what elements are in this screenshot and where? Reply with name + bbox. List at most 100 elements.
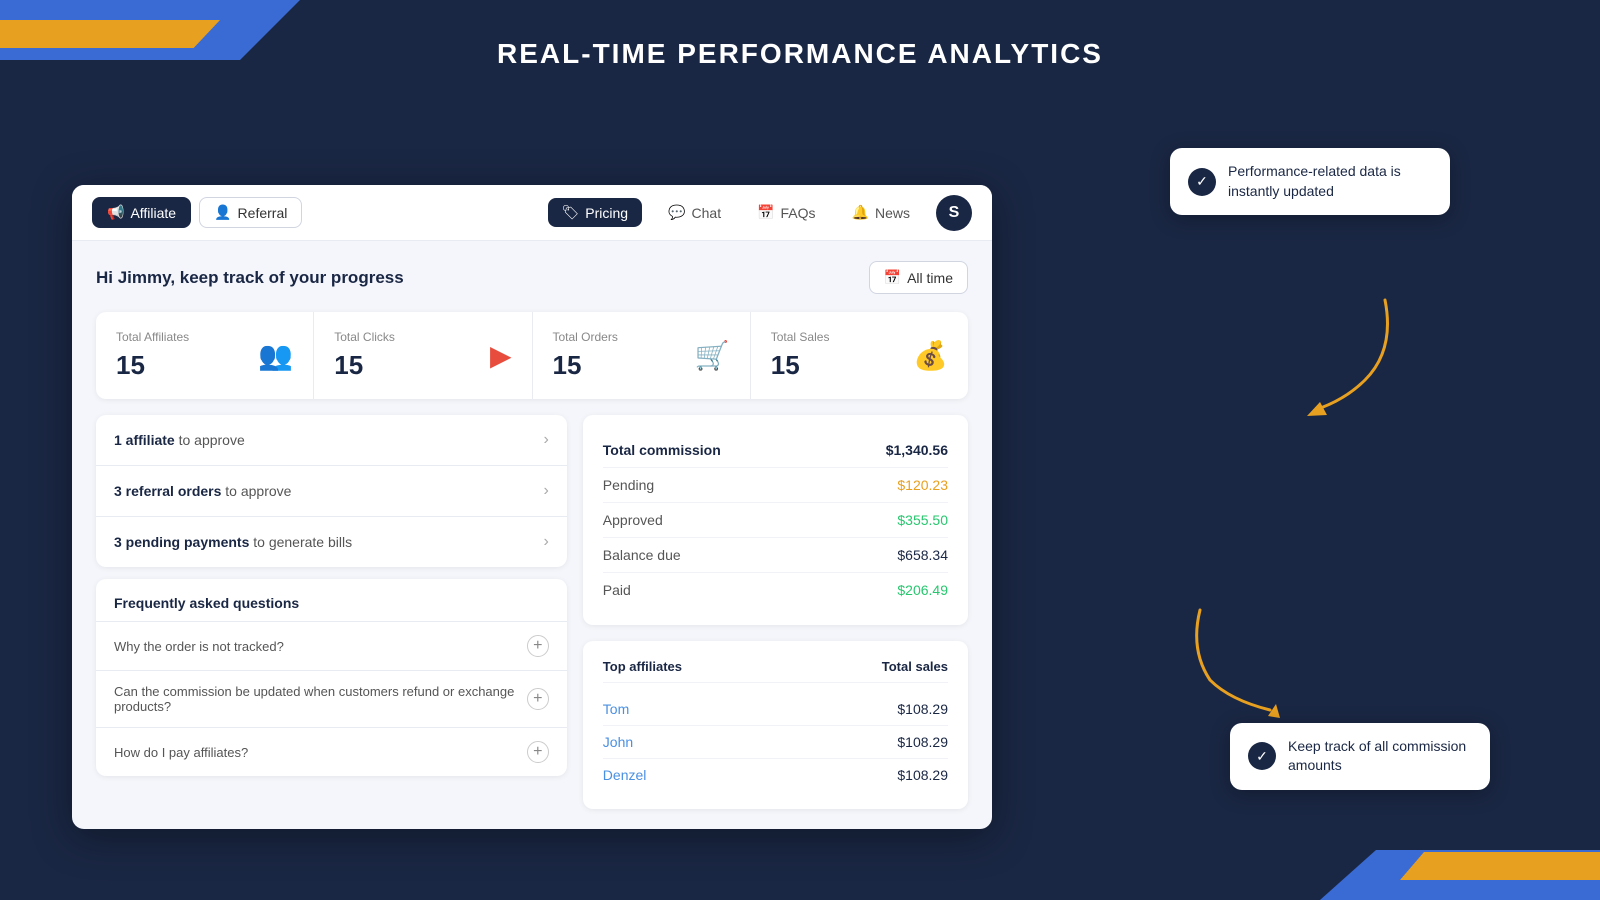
action-item-payments[interactable]: 3 pending payments to generate bills › xyxy=(96,517,567,567)
action-item-referral[interactable]: 3 referral orders to approve › xyxy=(96,466,567,517)
commission-label-total: Total commission xyxy=(603,442,721,458)
faq-question-2: Can the commission be updated when custo… xyxy=(114,684,527,714)
right-column: Total commission $1,340.56 Pending $120.… xyxy=(583,415,968,809)
megaphone-icon: 📢 xyxy=(107,204,124,221)
stat-card-orders: Total Orders 15 🛒 xyxy=(533,312,751,399)
content-header: Hi Jimmy, keep track of your progress 📅 … xyxy=(96,261,968,294)
chevron-right-icon-2: › xyxy=(543,482,548,500)
stat-label-clicks: Total Clicks xyxy=(334,330,395,344)
nav-center: 🏷 Pricing 💬 Chat 📅 FAQs 🔔 News S xyxy=(548,195,973,231)
commission-card: Total commission $1,340.56 Pending $120.… xyxy=(583,415,968,625)
stat-label-sales: Total Sales xyxy=(771,330,830,344)
nav-faqs-button[interactable]: 📅 FAQs xyxy=(747,198,825,227)
nav-chat-button[interactable]: 💬 Chat xyxy=(658,198,731,227)
tooltip-commission-text: Keep track of all commission amounts xyxy=(1288,737,1472,776)
arrow-top xyxy=(1285,290,1405,420)
commission-row-balance: Balance due $658.34 xyxy=(603,538,948,573)
stats-row: Total Affiliates 15 👥 Total Clicks 15 ▶ … xyxy=(96,312,968,399)
affiliate-row-1: John $108.29 xyxy=(603,726,948,759)
sales-icon: 💰 xyxy=(913,339,948,372)
faq-item-2[interactable]: Can the commission be updated when custo… xyxy=(96,670,567,727)
nav-bar: 📢 Affiliate 👤 Referral 🏷 Pricing 💬 Chat … xyxy=(72,185,992,241)
faq-expand-1[interactable]: + xyxy=(527,635,549,657)
two-col-layout: 1 affiliate to approve › 3 referral orde… xyxy=(96,415,968,809)
affiliate-sales-0: $108.29 xyxy=(897,701,948,717)
nav-news-button[interactable]: 🔔 News xyxy=(842,198,920,227)
commission-value-total: $1,340.56 xyxy=(886,442,948,458)
stat-value-affiliates: 15 xyxy=(116,350,189,381)
tag-icon: 🏷 xyxy=(562,204,580,221)
faq-item-1[interactable]: Why the order is not tracked? + xyxy=(96,621,567,670)
chevron-right-icon: › xyxy=(543,431,548,449)
affiliates-col2-header: Total sales xyxy=(882,659,948,674)
faq-expand-3[interactable]: + xyxy=(527,741,549,763)
faq-expand-2[interactable]: + xyxy=(527,688,549,710)
faq-section: Frequently asked questions Why the order… xyxy=(96,579,567,776)
nav-left: 📢 Affiliate 👤 Referral xyxy=(92,197,540,228)
stat-card-affiliates: Total Affiliates 15 👥 xyxy=(96,312,314,399)
nav-pricing-button[interactable]: 🏷 Pricing xyxy=(548,198,643,227)
stat-info-clicks: Total Clicks 15 xyxy=(334,330,395,381)
action-list: 1 affiliate to approve › 3 referral orde… xyxy=(96,415,567,567)
nav-referral-button[interactable]: 👤 Referral xyxy=(199,197,302,228)
chevron-right-icon-3: › xyxy=(543,533,548,551)
tooltip-commission: ✓ Keep track of all commission amounts xyxy=(1230,723,1490,790)
commission-label-paid: Paid xyxy=(603,582,631,598)
commission-row-total: Total commission $1,340.56 xyxy=(603,433,948,468)
left-column: 1 affiliate to approve › 3 referral orde… xyxy=(96,415,567,809)
faq-question-1: Why the order is not tracked? xyxy=(114,639,284,654)
stat-card-clicks: Total Clicks 15 ▶ xyxy=(314,312,532,399)
action-item-affiliate[interactable]: 1 affiliate to approve › xyxy=(96,415,567,466)
stat-card-sales: Total Sales 15 💰 xyxy=(751,312,968,399)
commission-value-balance: $658.34 xyxy=(897,547,948,563)
stat-info-orders: Total Orders 15 xyxy=(553,330,618,381)
stat-info-sales: Total Sales 15 xyxy=(771,330,830,381)
stat-value-orders: 15 xyxy=(553,350,618,381)
stat-label-affiliates: Total Affiliates xyxy=(116,330,189,344)
calendar-icon: 📅 xyxy=(757,204,774,221)
top-affiliates-card: Top affiliates Total sales Tom $108.29 J… xyxy=(583,641,968,809)
commission-row-paid: Paid $206.49 xyxy=(603,573,948,607)
commission-value-pending: $120.23 xyxy=(897,477,948,493)
commission-row-approved: Approved $355.50 xyxy=(603,503,948,538)
clicks-icon: ▶ xyxy=(490,339,512,372)
stat-value-clicks: 15 xyxy=(334,350,395,381)
content-greeting: Hi Jimmy, keep track of your progress xyxy=(96,268,404,288)
tooltip-performance: ✓ Performance-related data is instantly … xyxy=(1170,148,1450,215)
stat-label-orders: Total Orders xyxy=(553,330,618,344)
affiliate-sales-1: $108.29 xyxy=(897,734,948,750)
commission-value-approved: $355.50 xyxy=(897,512,948,528)
bell-icon: 🔔 xyxy=(852,204,869,221)
commission-value-paid: $206.49 xyxy=(897,582,948,598)
tooltip-check-icon: ✓ xyxy=(1188,168,1216,196)
affiliate-name-0[interactable]: Tom xyxy=(603,701,629,717)
all-time-button[interactable]: 📅 All time xyxy=(869,261,968,294)
affiliates-icon: 👥 xyxy=(258,339,293,372)
nav-affiliate-button[interactable]: 📢 Affiliate xyxy=(92,197,191,228)
app-window: 📢 Affiliate 👤 Referral 🏷 Pricing 💬 Chat … xyxy=(72,185,992,829)
corner-decoration-tl-orange xyxy=(0,20,220,48)
affiliates-col1-header: Top affiliates xyxy=(603,659,682,674)
person-icon: 👤 xyxy=(214,204,231,221)
affiliate-row-2: Denzel $108.29 xyxy=(603,759,948,791)
faq-title: Frequently asked questions xyxy=(96,579,567,621)
commission-row-pending: Pending $120.23 xyxy=(603,468,948,503)
tooltip-commission-check-icon: ✓ xyxy=(1248,742,1276,770)
chat-icon: 💬 xyxy=(668,204,685,221)
affiliate-name-1[interactable]: John xyxy=(603,734,633,750)
commission-label-balance: Balance due xyxy=(603,547,681,563)
arrow-bottom xyxy=(1180,600,1300,720)
stat-info-affiliates: Total Affiliates 15 xyxy=(116,330,189,381)
faq-question-3: How do I pay affiliates? xyxy=(114,745,248,760)
tooltip-performance-text: Performance-related data is instantly up… xyxy=(1228,162,1432,201)
affiliate-row-0: Tom $108.29 xyxy=(603,693,948,726)
action-affiliate-text: 1 affiliate to approve xyxy=(114,432,245,448)
stat-value-sales: 15 xyxy=(771,350,830,381)
action-payments-text: 3 pending payments to generate bills xyxy=(114,534,352,550)
calendar-small-icon: 📅 xyxy=(884,269,901,286)
affiliate-sales-2: $108.29 xyxy=(897,767,948,783)
corner-decoration-br-orange xyxy=(1400,852,1600,880)
user-avatar[interactable]: S xyxy=(936,195,972,231)
affiliate-name-2[interactable]: Denzel xyxy=(603,767,647,783)
faq-item-3[interactable]: How do I pay affiliates? + xyxy=(96,727,567,776)
